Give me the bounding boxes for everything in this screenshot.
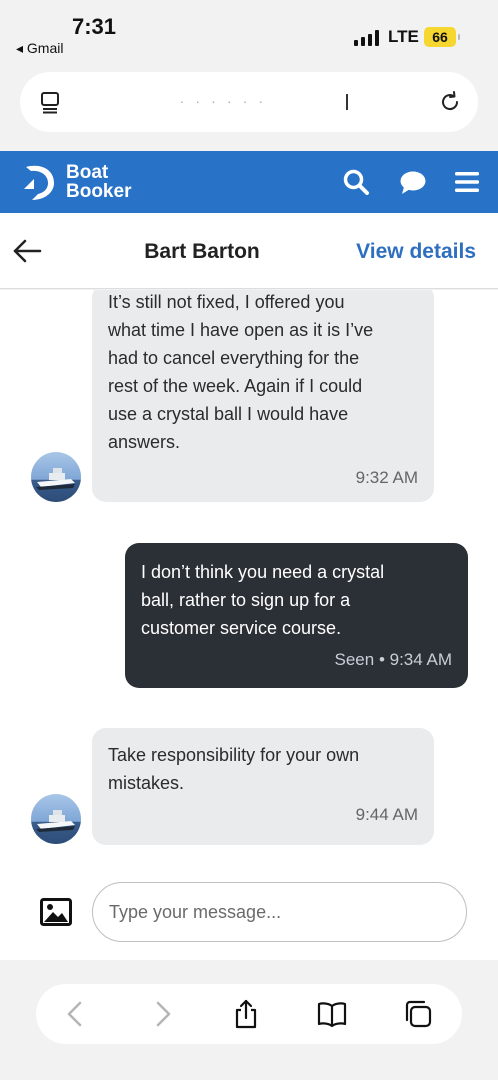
avatar bbox=[31, 452, 81, 502]
boat-photo-icon bbox=[36, 810, 75, 832]
boat-booker-logo-icon[interactable] bbox=[20, 159, 64, 205]
browser-forward-icon[interactable] bbox=[146, 998, 178, 1030]
message-line: customer service course. bbox=[141, 618, 342, 638]
search-icon[interactable] bbox=[342, 168, 370, 196]
message-line: what time I have open as it is I’ve bbox=[108, 320, 374, 340]
message-line: mistakes. bbox=[108, 773, 185, 793]
attach-image-icon[interactable] bbox=[40, 898, 72, 926]
view-details-link[interactable]: View details bbox=[356, 240, 476, 264]
network-type: LTE bbox=[388, 27, 419, 46]
back-to-gmail-link[interactable]: ◂ Gmail bbox=[16, 40, 63, 57]
message-bubble-incoming: It’s still not fixed, I offered you what… bbox=[92, 290, 434, 502]
brand-line-1: Boat bbox=[66, 162, 109, 183]
app-header: Boat Booker bbox=[0, 151, 498, 213]
browser-url-bar[interactable]: . . . . . . bbox=[20, 72, 478, 132]
message-bubble-incoming: Take responsibility for your own mistake… bbox=[92, 728, 434, 845]
brand-name[interactable]: Boat Booker bbox=[66, 163, 131, 201]
status-bar: 7:31 ◂ Gmail LTE 66 bbox=[0, 0, 498, 64]
bookmarks-icon[interactable] bbox=[316, 998, 348, 1030]
message-time: 9:44 AM bbox=[355, 805, 418, 824]
message-list[interactable]: It’s still not fixed, I offered you what… bbox=[0, 290, 498, 870]
signal-icon bbox=[354, 30, 380, 46]
message-line: use a crystal ball I would have bbox=[108, 404, 349, 424]
message-line: answers. bbox=[108, 432, 181, 452]
message-line: Take responsibility for your own bbox=[108, 745, 360, 765]
menu-icon[interactable] bbox=[453, 168, 481, 196]
message-line: had to cancel everything for the bbox=[108, 348, 360, 368]
message-line: It’s still not fixed, I offered you bbox=[108, 292, 345, 312]
browser-back-icon[interactable] bbox=[60, 998, 92, 1030]
battery-icon: 66 bbox=[424, 27, 460, 47]
message-bubble-outgoing: I don’t think you need a crystal ball, r… bbox=[125, 543, 468, 688]
url-text: . . . . . . bbox=[180, 90, 267, 106]
message-line: ball, rather to sign up for a bbox=[141, 590, 351, 610]
message-seen-time: Seen • 9:34 AM bbox=[334, 650, 452, 669]
brand-line-2: Booker bbox=[66, 181, 132, 202]
share-icon[interactable] bbox=[230, 998, 262, 1030]
message-composer bbox=[0, 870, 498, 960]
message-line: I don’t think you need a crystal bbox=[141, 562, 385, 582]
status-time: 7:31 bbox=[72, 14, 117, 39]
reload-icon[interactable] bbox=[438, 90, 462, 114]
chat-header: Bart Barton View details bbox=[0, 213, 498, 289]
text-cursor bbox=[346, 94, 348, 110]
message-time: 9:32 AM bbox=[355, 468, 418, 487]
message-line: rest of the week. Again if I could bbox=[108, 376, 363, 396]
page-settings-icon[interactable] bbox=[38, 90, 62, 114]
boat-photo-icon bbox=[36, 468, 75, 490]
chat-bubble-icon[interactable] bbox=[399, 168, 427, 196]
message-input[interactable] bbox=[92, 882, 467, 942]
tabs-icon[interactable] bbox=[402, 998, 434, 1030]
browser-toolbar bbox=[36, 984, 462, 1044]
avatar bbox=[31, 794, 81, 844]
contact-name: Bart Barton bbox=[144, 240, 260, 263]
